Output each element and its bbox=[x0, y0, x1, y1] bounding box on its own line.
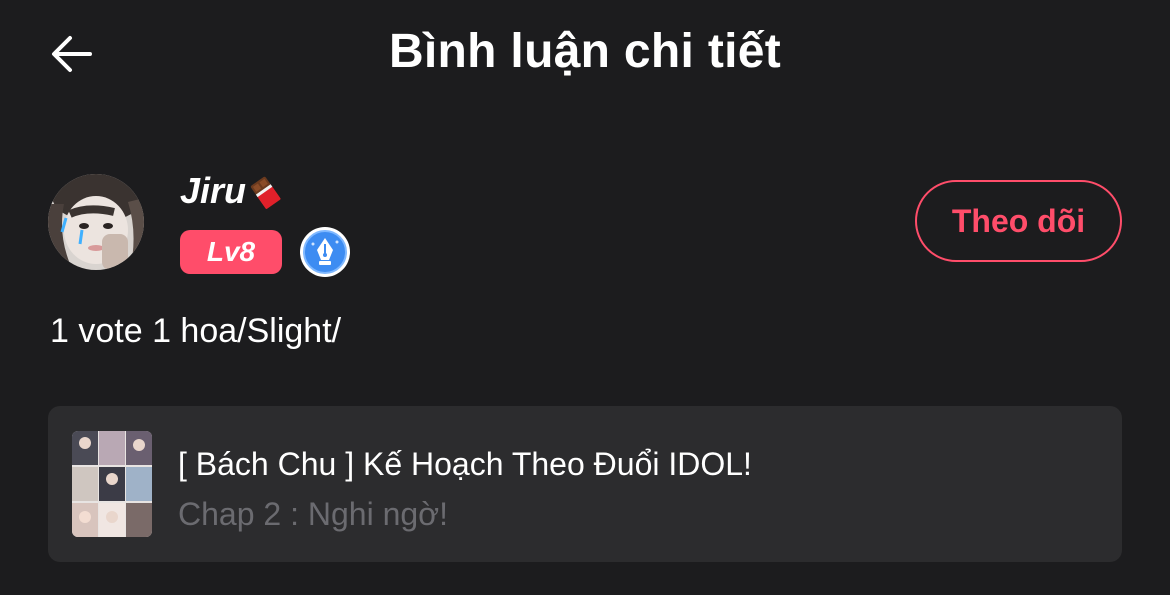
username[interactable]: Jiru bbox=[180, 170, 286, 212]
level-badge: Lv8 bbox=[180, 230, 282, 274]
story-chapter: Chap 2 : Nghi ngờ! bbox=[178, 496, 449, 532]
story-title: [ Bách Chu ] Kế Hoạch Theo Đuổi IDOL! bbox=[178, 446, 752, 482]
story-cover-image bbox=[72, 431, 152, 537]
username-text: Jiru bbox=[180, 170, 247, 211]
comment-text: 1 vote 1 hoa/Slight/ bbox=[50, 312, 342, 350]
page-title: Bình luận chi tiết bbox=[388, 25, 782, 78]
header: Bình luận chi tiết bbox=[0, 0, 1170, 110]
follow-button[interactable]: Theo dõi bbox=[915, 180, 1122, 262]
chocolate-icon bbox=[250, 173, 286, 209]
story-card[interactable]: [ Bách Chu ] Kế Hoạch Theo Đuổi IDOL! Ch… bbox=[48, 406, 1122, 562]
avatar[interactable] bbox=[48, 174, 144, 270]
pen-nib-badge-icon bbox=[299, 226, 351, 278]
comment-detail-screen: Bình luận chi tiết Jiru Lv8 Theo dõi 1 v… bbox=[0, 0, 1170, 595]
avatar-image bbox=[48, 174, 144, 270]
